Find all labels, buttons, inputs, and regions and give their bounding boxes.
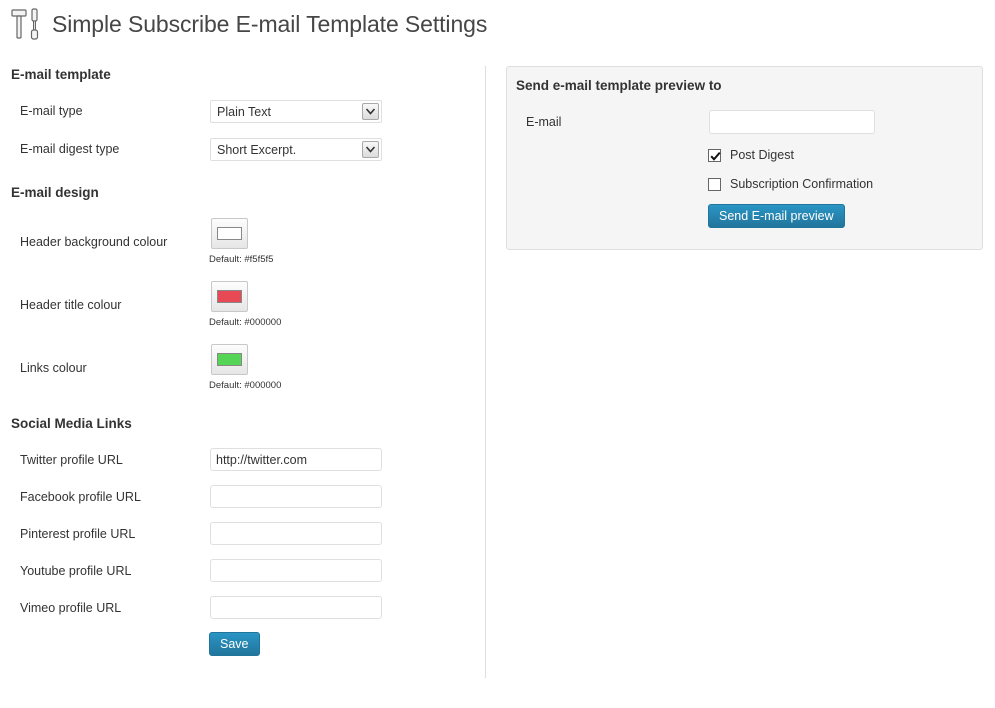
column-divider: [485, 66, 486, 678]
colour-swatch: [217, 227, 242, 240]
youtube-url-label: Youtube profile URL: [20, 564, 132, 578]
social-media-heading: Social Media Links: [11, 416, 132, 431]
vimeo-url-label: Vimeo profile URL: [20, 601, 122, 615]
links-colour-default-note: Default: #000000: [209, 380, 282, 391]
header-title-colour-picker[interactable]: [211, 281, 248, 312]
chevron-down-icon[interactable]: [362, 141, 379, 158]
email-type-value: Plain Text: [217, 105, 271, 119]
facebook-url-input[interactable]: [210, 485, 382, 508]
subscription-confirmation-label: Subscription Confirmation: [730, 177, 874, 191]
subscription-confirmation-option[interactable]: Subscription Confirmation: [708, 177, 873, 191]
email-template-heading: E-mail template: [11, 67, 111, 82]
subscription-confirmation-checkbox[interactable]: [708, 177, 721, 191]
preview-heading: Send e-mail template preview to: [516, 78, 722, 93]
email-design-heading: E-mail design: [11, 185, 99, 200]
header-title-colour-label: Header title colour: [20, 298, 122, 312]
email-type-select[interactable]: Plain Text: [210, 100, 382, 123]
save-button[interactable]: Save: [209, 632, 260, 656]
email-digest-type-label: E-mail digest type: [20, 142, 120, 156]
pinterest-url-input[interactable]: [210, 522, 382, 545]
twitter-url-label: Twitter profile URL: [20, 453, 123, 467]
preview-panel: Send e-mail template preview to E-mail P…: [506, 66, 983, 250]
email-type-label: E-mail type: [20, 104, 83, 118]
pinterest-url-label: Pinterest profile URL: [20, 527, 136, 541]
header-background-colour-label: Header background colour: [20, 235, 168, 249]
links-colour-picker[interactable]: [211, 344, 248, 375]
post-digest-label: Post Digest: [730, 148, 794, 162]
colour-swatch: [217, 290, 242, 303]
header-background-colour-picker[interactable]: [211, 218, 248, 249]
twitter-url-input[interactable]: [210, 448, 382, 471]
post-digest-option[interactable]: Post Digest: [708, 148, 794, 162]
header-title-default-note: Default: #000000: [209, 317, 282, 328]
send-email-preview-button[interactable]: Send E-mail preview: [708, 204, 845, 228]
settings-form: E-mail template E-mail type Plain Text E…: [0, 0, 485, 708]
email-digest-type-select[interactable]: Short Excerpt.: [210, 138, 382, 161]
vimeo-url-input[interactable]: [210, 596, 382, 619]
header-background-default-note: Default: #f5f5f5: [209, 254, 274, 265]
chevron-down-icon[interactable]: [362, 103, 379, 120]
youtube-url-input[interactable]: [210, 559, 382, 582]
settings-page: Simple Subscribe E-mail Template Setting…: [0, 0, 995, 708]
preview-email-input[interactable]: [709, 110, 875, 134]
preview-email-label: E-mail: [526, 115, 562, 129]
checkmark-icon: [710, 151, 721, 161]
links-colour-label: Links colour: [20, 361, 87, 375]
email-digest-type-value: Short Excerpt.: [217, 143, 297, 157]
facebook-url-label: Facebook profile URL: [20, 490, 141, 504]
post-digest-checkbox[interactable]: [708, 148, 721, 162]
colour-swatch: [217, 353, 242, 366]
